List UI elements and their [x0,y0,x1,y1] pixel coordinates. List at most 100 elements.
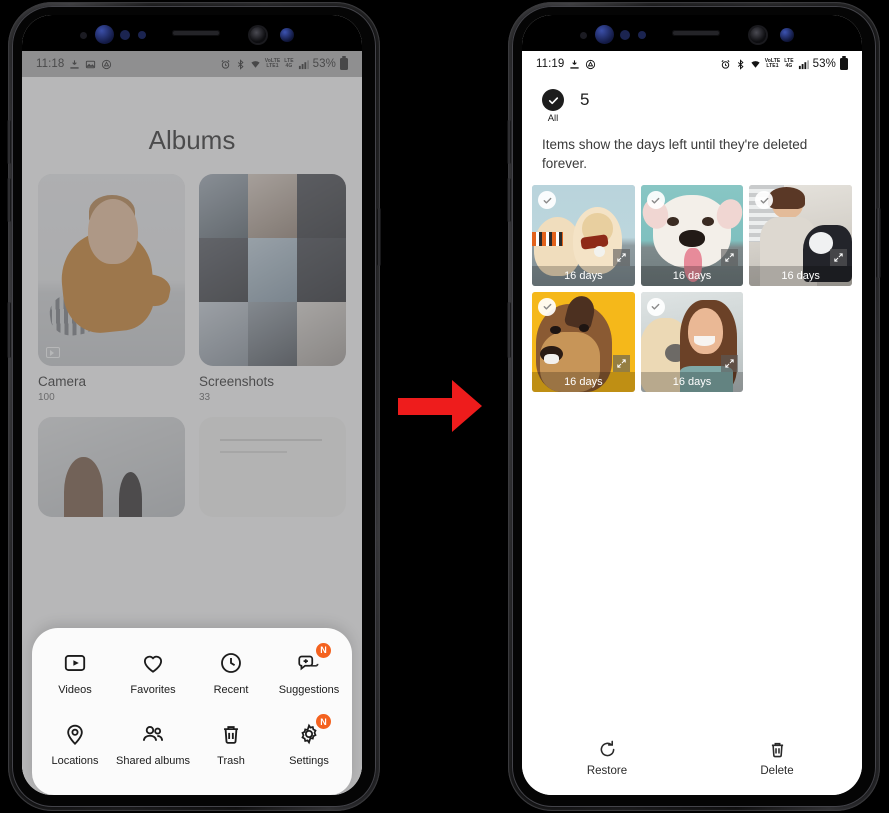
drive-icon [101,59,112,70]
album-thumbnail[interactable] [199,174,346,366]
light-sensor-icon [638,31,646,39]
trash-action-bar: Restore Delete [522,739,862,795]
album-card-partial-1[interactable] [38,417,185,517]
days-left-label: 16 days [640,372,744,393]
photo-mosaic-screenshots [199,174,346,366]
menu-item-label: Suggestions [278,683,340,696]
trash-tile[interactable]: 16 days [640,185,744,286]
delete-label: Delete [760,765,794,777]
right-phone-screen: 11:19 VoLTE LTE1 LTE 4G 53% All 5 Items … [522,15,862,795]
arrow-shaft [398,397,452,415]
suggestions-icon: N [296,642,331,676]
volte-icon: VoLTE LTE1 [764,58,781,69]
expand-icon[interactable] [612,355,630,373]
page-title: Albums [148,125,236,155]
menu-item-shared-albums[interactable]: Shared albums [114,721,192,769]
right-phone-device: 11:19 VoLTE LTE1 LTE 4G 53% All 5 Items … [507,2,881,811]
status-left-group: 11:18 [36,58,112,70]
new-badge: N [316,714,331,730]
download-icon [569,59,580,70]
battery-icon [340,56,348,70]
ir-emitter-icon [250,27,266,43]
bottom-sheet-menu: Videos Favorites Recent N Suggestions Lo… [32,627,352,795]
selected-count: 5 [580,90,590,109]
left-phone-volume-up-button[interactable] [7,120,11,164]
status-right-group: VoLTE LTE1 LTE 4G 53% [220,56,348,70]
expand-icon[interactable] [829,248,847,266]
album-name: Camera [38,374,87,389]
left-phone-screen: 11:18 VoLTE LTE1 LTE 4G 53% Albums Camer… [22,15,362,795]
arrow-head [452,380,482,432]
album-thumbnail[interactable] [38,174,185,366]
menu-item-trash[interactable]: Trash [192,721,270,769]
menu-item-recent[interactable]: Recent [192,650,270,698]
album-thumbnail[interactable] [199,417,346,517]
trash-tile[interactable]: 16 days [640,291,744,393]
select-all-button[interactable]: All [542,89,564,124]
trash-tile[interactable]: 16 days [532,291,635,393]
left-phone-volume-down-button[interactable] [7,178,11,222]
tile-check-icon[interactable] [646,191,665,210]
album-card-screenshots[interactable]: Screenshots 33 [199,174,346,403]
ir-emitter-icon [750,27,766,43]
restore-icon [597,739,618,760]
menu-item-label: Videos [58,683,92,696]
expand-icon[interactable] [721,248,739,266]
tile-check-icon[interactable] [538,297,556,316]
menu-item-label: Trash [217,755,245,768]
download-icon [69,59,80,70]
expand-icon[interactable] [721,355,739,373]
tile-check-icon[interactable] [646,297,665,316]
menu-item-label: Shared albums [116,755,190,768]
expand-icon[interactable] [612,248,630,266]
restore-button[interactable]: Restore [522,739,692,777]
restore-label: Restore [586,765,628,777]
front-camera-icon [595,25,614,44]
signal-icon [298,59,309,70]
days-left-label: 16 days [532,265,635,286]
right-phone-notch-area [522,15,862,51]
bluetooth-icon [235,58,246,70]
menu-item-settings[interactable]: N Settings [270,714,348,769]
earpiece-speaker-icon [172,30,220,36]
iris-camera-icon [780,28,794,42]
screenshot-stage: 11:18 VoLTE LTE1 LTE 4G 53% Albums Camer… [0,0,889,813]
photo-baby-crawling [38,174,185,366]
proximity-sensor-icon [580,32,587,39]
battery-percent: 53% [312,58,336,70]
left-phone-bixby-button[interactable] [7,302,11,358]
people-icon [140,721,166,747]
trash-tile[interactable]: 16 days [532,185,635,286]
left-phone-device: 11:18 VoLTE LTE1 LTE 4G 53% Albums Camer… [7,2,381,811]
right-phone-volume-down-button[interactable] [507,178,511,222]
album-thumbnail[interactable] [38,417,185,517]
menu-item-suggestions[interactable]: N Suggestions [270,642,348,698]
albums-page: 11:18 VoLTE LTE1 LTE 4G 53% Albums Camer… [22,51,362,795]
info-text: Items show the days left until they're d… [542,137,808,171]
menu-item-videos[interactable]: Videos [36,650,114,698]
album-name: Screenshots [199,374,275,389]
right-phone-volume-up-button[interactable] [507,120,511,164]
right-phone-bixby-button[interactable] [507,302,511,358]
album-card-partial-2[interactable] [199,417,346,517]
alarm-icon [220,59,231,70]
album-card-camera[interactable]: Camera 100 [38,174,185,403]
new-badge: N [316,642,331,658]
right-phone-power-button[interactable] [876,208,881,278]
trash-icon [767,739,788,760]
menu-item-favorites[interactable]: Favorites [114,650,192,698]
wifi-icon [750,59,761,70]
trash-tile[interactable]: 16 days [749,185,852,286]
iris-sensor-icon [620,30,630,40]
video-badge-icon [46,347,60,358]
clock-icon [218,650,244,676]
left-phone-power-button[interactable] [377,208,381,266]
menu-item-locations[interactable]: Locations [36,721,114,769]
album-count: 100 [38,392,55,403]
menu-item-label: Recent [213,683,249,696]
days-left-label: 16 days [749,265,852,286]
heart-icon [140,650,166,676]
menu-item-label: Locations [51,755,99,768]
transition-arrow [398,380,482,432]
delete-button[interactable]: Delete [692,739,862,777]
